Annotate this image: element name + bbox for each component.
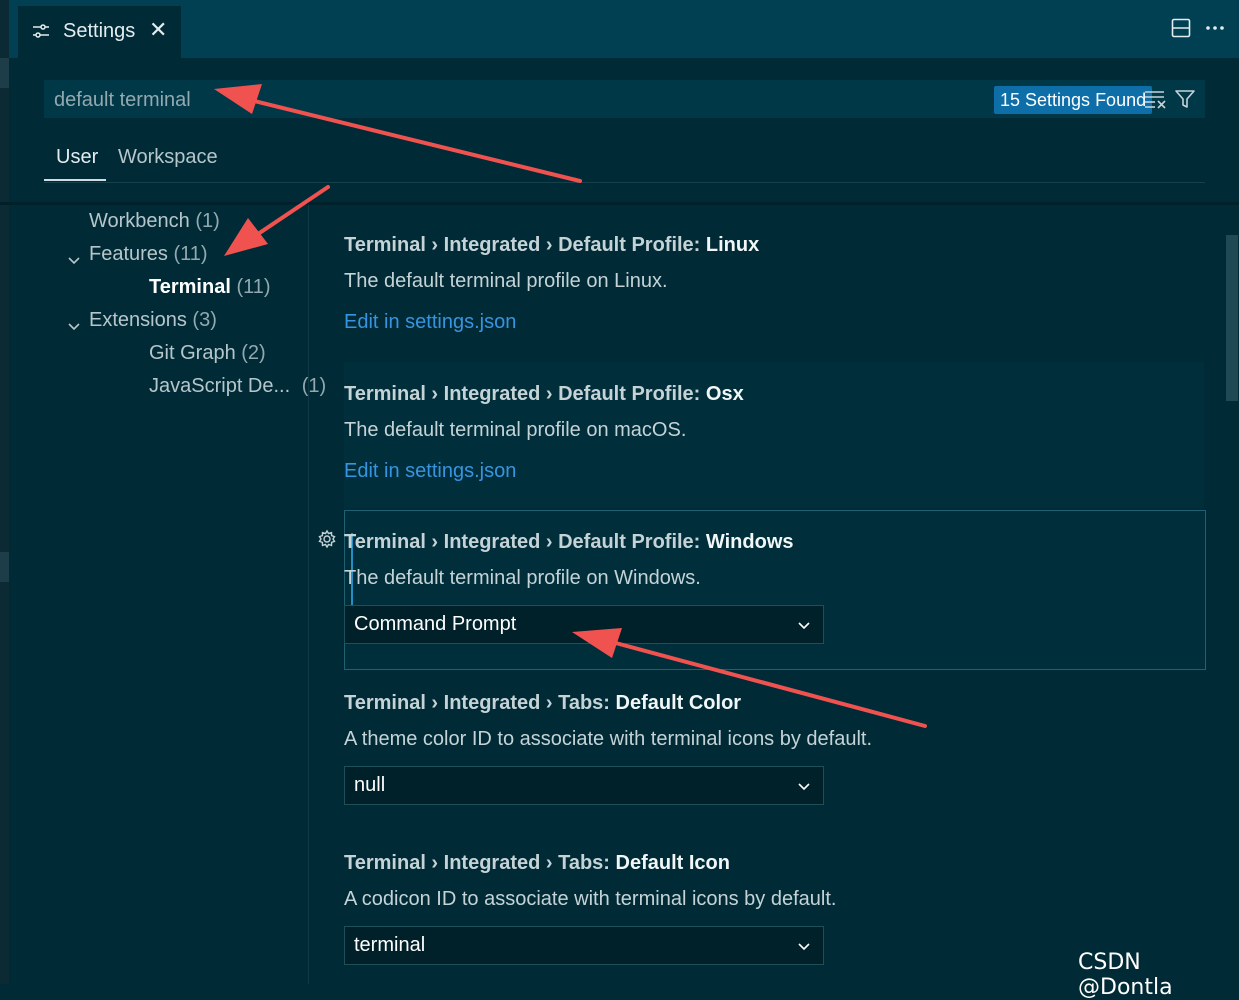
toc-item-terminal[interactable]: Terminal (11) — [149, 276, 271, 299]
active-tab-indicator — [44, 179, 106, 181]
filter-icon[interactable] — [1174, 88, 1196, 115]
setting-title: Terminal › Integrated › Tabs: Default Co… — [344, 692, 742, 714]
settings-toc-tree: Workbench (1) Features (11) Terminal (11… — [44, 205, 326, 984]
select-value: null — [354, 774, 386, 796]
setting-description: The default terminal profile on Windows. — [344, 567, 701, 589]
setting-default-profile-linux: Terminal › Integrated › Default Profile:… — [344, 234, 1204, 334]
icon-select[interactable]: terminal — [344, 926, 824, 965]
chevron-down-icon — [797, 939, 811, 957]
split-editor-icon[interactable] — [1171, 18, 1191, 43]
setting-description: A theme color ID to associate with termi… — [344, 728, 873, 750]
edit-settings-json-link[interactable]: Edit in settings.json — [344, 311, 1204, 334]
setting-description: A codicon ID to associate with terminal … — [344, 888, 837, 910]
watermark-text: CSDN @Dontla — [1078, 950, 1173, 1000]
toc-item-extensions[interactable]: Extensions (3) — [68, 309, 217, 332]
chevron-down-icon[interactable] — [67, 249, 81, 272]
gear-icon[interactable] — [317, 529, 337, 554]
tab-bar: Settings ✕ — [9, 0, 1239, 58]
toc-item-workbench[interactable]: Workbench (1) — [89, 210, 220, 233]
setting-description: The default terminal profile on macOS. — [344, 419, 687, 441]
activity-edge — [0, 0, 9, 984]
scrollbar-thumb[interactable] — [1226, 235, 1238, 401]
select-value: Command Prompt — [354, 613, 517, 635]
setting-title: Terminal › Integrated › Tabs: Default Ic… — [344, 852, 730, 874]
tab-user[interactable]: User — [56, 146, 98, 169]
more-actions-icon[interactable] — [1205, 18, 1225, 43]
tab-settings[interactable]: Settings ✕ — [18, 6, 181, 58]
toc-item-git-graph[interactable]: Git Graph (2) — [149, 342, 266, 365]
setting-title: Terminal › Integrated › Default Profile:… — [344, 531, 794, 553]
settings-sliders-icon — [32, 22, 50, 45]
setting-default-profile-windows: Terminal › Integrated › Default Profile:… — [344, 531, 1204, 644]
chevron-down-icon[interactable] — [67, 315, 81, 338]
settings-search-bar: 15 Settings Found — [44, 80, 1205, 120]
close-icon[interactable]: ✕ — [149, 19, 167, 41]
tab-workspace[interactable]: Workspace — [118, 146, 218, 169]
color-select[interactable]: null — [344, 766, 824, 805]
toc-item-features[interactable]: Features (11) — [68, 243, 208, 266]
select-value: terminal — [354, 934, 426, 956]
setting-tabs-default-icon: Terminal › Integrated › Tabs: Default Ic… — [344, 852, 1204, 965]
clear-filter-icon[interactable] — [1144, 89, 1166, 114]
edit-settings-json-link[interactable]: Edit in settings.json — [344, 460, 1204, 483]
tab-title: Settings — [63, 20, 136, 42]
setting-tabs-default-color: Terminal › Integrated › Tabs: Default Co… — [344, 692, 1204, 805]
setting-default-profile-osx: Terminal › Integrated › Default Profile:… — [344, 383, 1204, 483]
chevron-down-icon — [797, 779, 811, 797]
setting-description: The default terminal profile on Linux. — [344, 270, 668, 292]
profile-select[interactable]: Command Prompt — [344, 605, 824, 644]
setting-title: Terminal › Integrated › Default Profile:… — [344, 234, 760, 256]
results-count-badge: 15 Settings Found — [994, 86, 1153, 114]
search-input[interactable] — [44, 80, 956, 120]
chevron-down-icon — [797, 618, 811, 636]
toc-item-javascript[interactable]: JavaScript De... (1) — [149, 375, 326, 398]
settings-list: Terminal › Integrated › Default Profile:… — [309, 205, 1239, 984]
setting-title: Terminal › Integrated › Default Profile:… — [344, 383, 744, 405]
scope-tabs: User Workspace — [44, 140, 1205, 183]
